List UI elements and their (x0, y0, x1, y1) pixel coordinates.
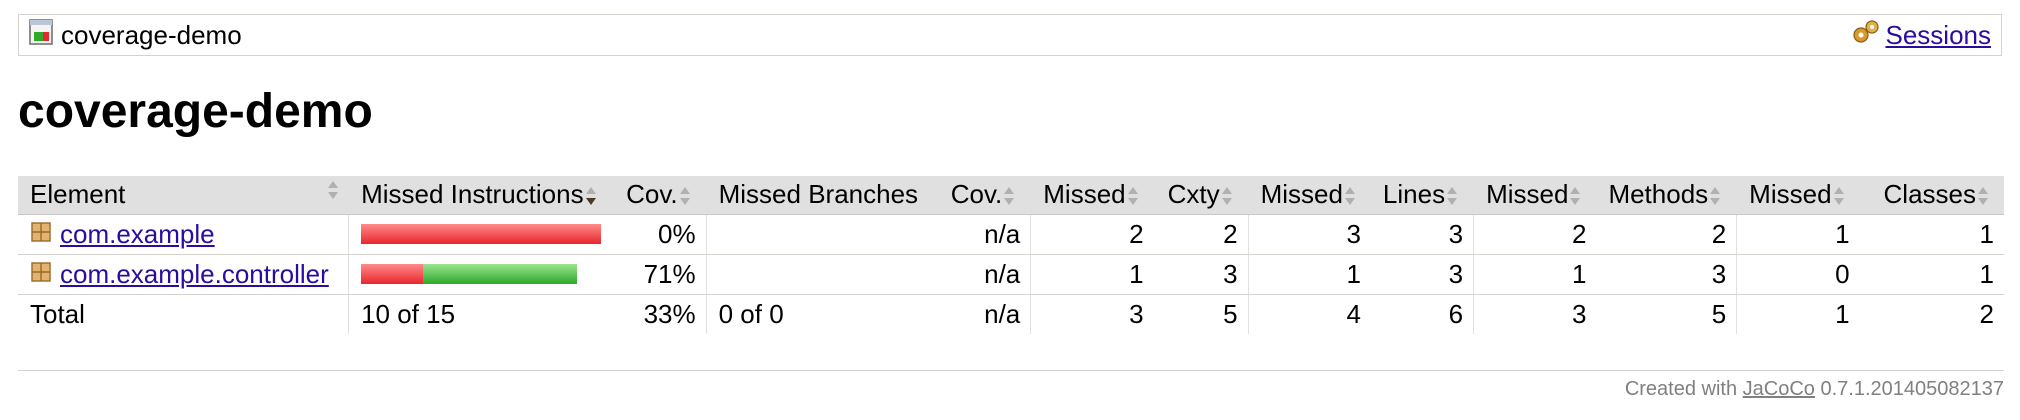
total-cov-instructions: 33% (643, 298, 696, 329)
header-missed-lines[interactable]: Missed (1247, 176, 1371, 215)
total-label: Total (30, 298, 85, 329)
total-methods: 5 (1711, 298, 1727, 329)
element-link[interactable]: com.example (60, 219, 215, 250)
footer-prefix: Created with (1624, 378, 1738, 400)
total-missed-classes: 1 (1736, 294, 1860, 334)
package-icon (30, 259, 52, 290)
package-icon (30, 219, 52, 250)
instructions-bar-cell (348, 254, 613, 295)
missed-branches (705, 214, 936, 255)
total-missed-lines: 4 (1247, 294, 1371, 334)
header-cxty[interactable]: Cxty (1153, 176, 1249, 215)
sort-desc-icon (584, 185, 602, 207)
breadcrumb-title: coverage-demo (61, 19, 242, 50)
footer-version: 0.7.1.201405082137 (1820, 378, 2004, 400)
missed-lines: 1 (1247, 254, 1371, 295)
sessions-gear-icon (1852, 19, 1880, 52)
cxty: 2 (1153, 214, 1249, 255)
covered-bar (423, 264, 578, 284)
table-row: com.example.controller 71% n/a 1 3 1 3 1… (18, 254, 2004, 295)
header-methods[interactable]: Methods (1596, 176, 1737, 215)
sort-icon (326, 179, 344, 201)
missed-methods: 1 (1473, 254, 1597, 295)
lines: 3 (1370, 214, 1474, 255)
jacoco-link[interactable]: JaCoCo (1743, 378, 1815, 400)
element-cell: com.example (18, 214, 349, 255)
cov-instructions: 71% (613, 254, 707, 295)
coverage-bar (361, 224, 603, 244)
breadcrumb-left: coverage-demo (29, 18, 242, 52)
total-missed-methods: 3 (1473, 294, 1597, 334)
header-missed-instructions[interactable]: Missed Instructions (348, 176, 613, 215)
sort-icon (1343, 185, 1361, 207)
cov-branches: n/a (935, 254, 1031, 295)
total-lines: 6 (1448, 298, 1464, 329)
methods: 2 (1596, 214, 1737, 255)
lines: 3 (1370, 254, 1474, 295)
total-row: Total 10 of 15 33% 0 of 0 n/a 3 5 4 6 3 … (18, 294, 2004, 334)
page-title: coverage-demo (18, 85, 373, 138)
element-link[interactable]: com.example.controller (60, 259, 329, 290)
coverage-table: Element Missed Instructions Cov. Missed … (18, 176, 2004, 334)
missed-cxty: 2 (1030, 214, 1154, 255)
table-row: com.example 0% n/a 2 2 3 3 2 2 1 1 (18, 214, 2004, 255)
missed-cxty: 1 (1030, 254, 1154, 295)
report-icon (29, 18, 53, 52)
total-cxty: 5 (1223, 298, 1238, 329)
header-missed-branches[interactable]: Missed Branches (705, 176, 936, 215)
footer-divider (18, 370, 2004, 371)
header-cov-instructions[interactable]: Cov. (613, 176, 707, 215)
missed-bar (361, 224, 602, 244)
sort-icon (1002, 185, 1020, 207)
header-missed-classes[interactable]: Missed (1736, 176, 1860, 215)
table-header: Element Missed Instructions Cov. Missed … (18, 176, 2004, 215)
sort-icon (1708, 185, 1726, 207)
header-lines[interactable]: Lines (1370, 176, 1474, 215)
total-missed-branches: 0 of 0 (705, 294, 936, 334)
missed-classes: 0 (1736, 254, 1860, 295)
header-cov-branches[interactable]: Cov. (935, 176, 1031, 215)
sort-icon (678, 185, 696, 207)
cxty: 3 (1153, 254, 1249, 295)
breadcrumb-right: Sessions (1852, 19, 1992, 52)
element-cell: com.example.controller (18, 254, 349, 295)
sort-icon (1126, 185, 1144, 207)
sort-icon (1832, 185, 1850, 207)
sort-icon (1568, 185, 1586, 207)
header-classes[interactable]: Classes (1859, 176, 2004, 215)
sessions-link[interactable]: Sessions (1886, 20, 1992, 51)
cov-branches: n/a (935, 214, 1031, 255)
missed-bar (361, 264, 424, 284)
missed-lines: 3 (1247, 214, 1371, 255)
footer: Created with JaCoCo 0.7.1.201405082137 (1625, 378, 2004, 401)
total-missed-cxty: 3 (1030, 294, 1154, 334)
total-classes: 2 (1979, 298, 1994, 329)
total-missed-instructions: 10 of 15 (348, 294, 613, 334)
missed-classes: 1 (1736, 214, 1860, 255)
sort-icon (1220, 185, 1238, 207)
sort-icon (1976, 185, 1994, 207)
classes: 1 (1859, 254, 2004, 295)
header-missed-methods[interactable]: Missed (1473, 176, 1597, 215)
coverage-bar (361, 264, 603, 284)
header-element[interactable]: Element (18, 176, 349, 215)
classes: 1 (1859, 214, 2004, 255)
breadcrumb: coverage-demo Sessions (18, 14, 2002, 56)
cov-instructions: 0% (613, 214, 707, 255)
table-footer: Total 10 of 15 33% 0 of 0 n/a 3 5 4 6 3 … (18, 294, 2004, 334)
missed-methods: 2 (1473, 214, 1597, 255)
total-cov-branches: n/a (984, 298, 1021, 329)
instructions-bar-cell (348, 214, 613, 255)
methods: 3 (1596, 254, 1737, 295)
missed-branches (705, 254, 936, 295)
sort-icon (1445, 185, 1463, 207)
header-missed-cxty[interactable]: Missed (1030, 176, 1154, 215)
